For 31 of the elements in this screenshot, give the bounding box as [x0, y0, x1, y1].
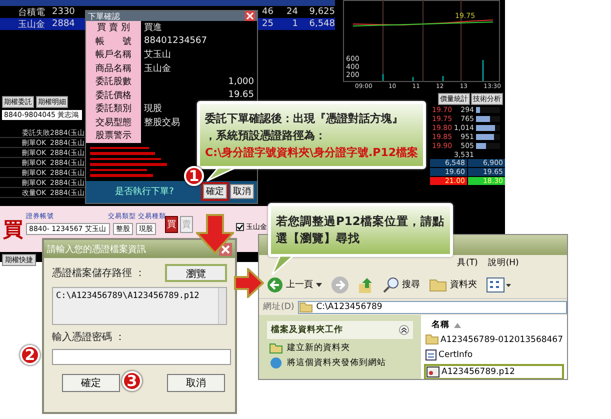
- field-value: 現股: [143, 102, 163, 116]
- address-label: 網址(D): [262, 301, 296, 313]
- step-badge: 2: [20, 345, 40, 365]
- callout-text: 若您調整過P12檔案位置，請點選【瀏覽】尋找: [276, 213, 445, 247]
- field-value: 玉山金: [143, 62, 172, 75]
- field-label: 委託股數: [86, 75, 141, 88]
- field-label: 帳戶名稱: [86, 48, 141, 62]
- field-value: 19.65: [227, 90, 255, 100]
- field-label: 商品名稱: [86, 62, 141, 75]
- confirm-question: 是否執行下單?: [114, 186, 175, 198]
- field-value: 整股交易: [143, 116, 181, 129]
- field-label: 委託價格: [86, 88, 141, 102]
- field-value: 88401234567: [143, 36, 208, 46]
- callout-text: ，系統預設憑證路徑為：: [205, 128, 327, 144]
- field-label: 股票警示: [86, 129, 141, 142]
- field-label: 買 賣 別: [86, 21, 141, 34]
- task-pane-title: 檔案及資料夾工作: [271, 324, 343, 336]
- buy-label: 買: [2, 216, 23, 243]
- step-badge: 3: [122, 371, 142, 391]
- callout-text: C:\身分證字號資料夾\身分證字號.P12檔案: [205, 144, 418, 160]
- field-label: 帳 號: [86, 34, 141, 48]
- field-label: 憑證檔案儲存路徑 ：: [52, 266, 146, 280]
- field-label: 交易型態: [86, 116, 141, 129]
- field-value: 艾玉山: [143, 48, 172, 62]
- window-title: 下單確認: [88, 10, 120, 22]
- window-title: 請輸入您的憑證檔案資訊: [47, 243, 146, 256]
- field-label: 委託類別: [86, 102, 141, 116]
- field-value: 買進: [143, 22, 163, 34]
- callout-text: 委託下單確認後：出現『憑證對話方塊』: [205, 110, 404, 126]
- field-label: 輸入憑證密碼 ：: [52, 330, 126, 344]
- field-value: 1,000: [227, 76, 255, 87]
